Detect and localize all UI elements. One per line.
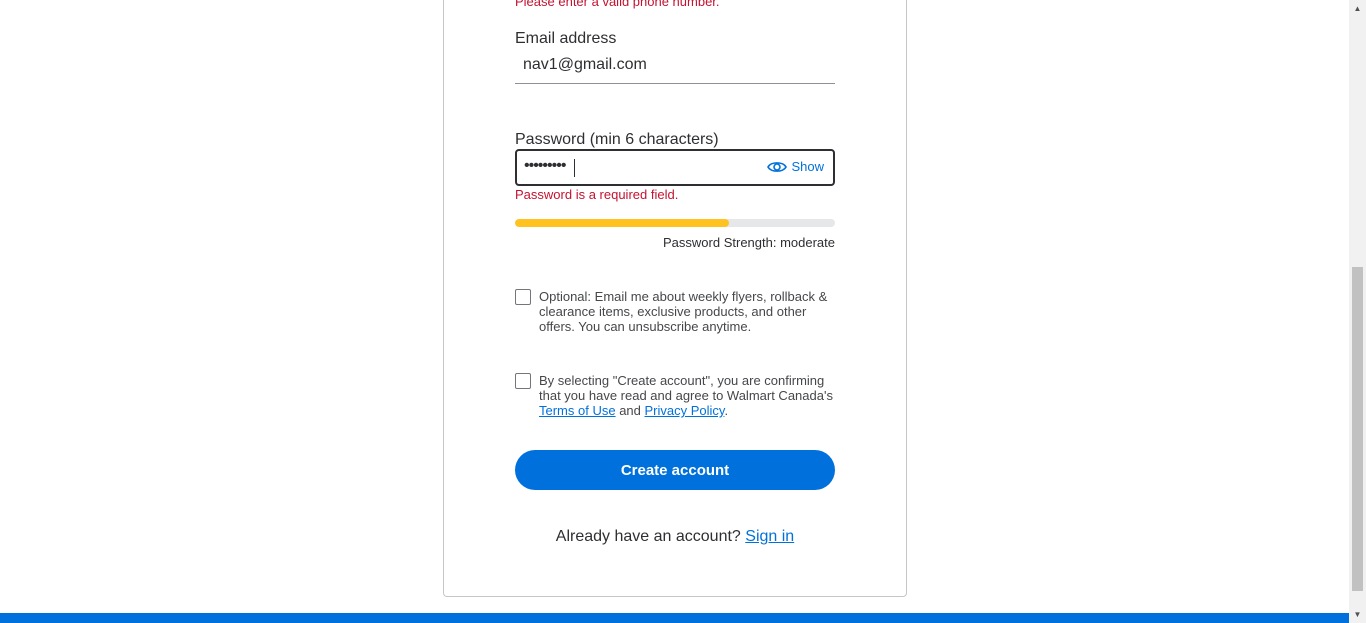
email-field[interactable]: nav1@gmail.com (515, 48, 835, 84)
show-password-button[interactable]: Show (767, 159, 824, 174)
privacy-policy-link[interactable]: Privacy Policy (645, 403, 725, 418)
scroll-down-arrow-icon[interactable]: ▼ (1349, 606, 1366, 623)
terms-agreement-checkbox[interactable] (515, 373, 531, 389)
email-optin-text: Optional: Email me about weekly flyers, … (539, 289, 828, 334)
page: Please enter a valid phone number. Email… (0, 0, 1366, 623)
text-caret (574, 159, 575, 177)
show-password-label: Show (791, 159, 824, 174)
eye-icon (767, 161, 788, 172)
password-error-message: Password is a required field. (515, 187, 679, 202)
password-field[interactable]: ••••••••• Show (515, 149, 835, 186)
footer-bar (0, 613, 1349, 623)
phone-error-message: Please enter a valid phone number. (515, 0, 720, 9)
password-strength-text: Password Strength: moderate (663, 235, 835, 250)
scrollbar-thumb[interactable] (1352, 267, 1363, 591)
password-strength-meter (515, 219, 835, 227)
sign-in-link[interactable]: Sign in (745, 528, 794, 545)
terms-period: . (724, 403, 729, 418)
terms-text-before: By selecting "Create account", you are c… (539, 373, 833, 403)
signin-prompt-row: Already have an account? Sign in (443, 528, 907, 546)
terms-and-text: and (615, 403, 645, 418)
signin-prompt-text: Already have an account? (555, 528, 746, 545)
terms-of-use-link[interactable]: Terms of Use (539, 403, 616, 418)
email-label: Email address (515, 30, 617, 47)
password-strength-fill (515, 219, 730, 227)
terms-agreement-text: By selecting "Create account", you are c… (539, 373, 839, 418)
email-optin-checkbox[interactable] (515, 289, 531, 305)
page-scrollbar[interactable]: ▲ ▼ (1349, 0, 1366, 623)
create-account-button[interactable]: Create account (515, 450, 835, 490)
scroll-up-arrow-icon[interactable]: ▲ (1349, 0, 1366, 17)
password-masked-value: ••••••••• (524, 157, 566, 174)
password-label: Password (min 6 characters) (515, 131, 719, 148)
